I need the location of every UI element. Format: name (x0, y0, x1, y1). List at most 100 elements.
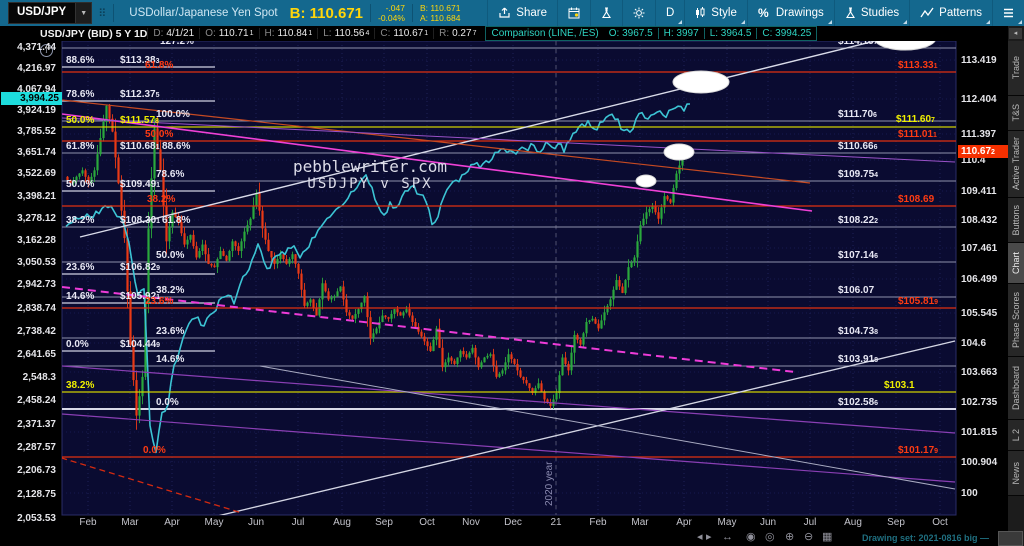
year-divider-label: 2020 year (544, 461, 555, 506)
toolbar-button-calendar-icon[interactable] (556, 0, 590, 26)
ohlc-field: O: 110.71 1 (199, 28, 258, 39)
toolbar-buttons: Share D Style% Drawings Studies Patterns (487, 0, 1024, 26)
toolbar-button-gear-icon[interactable] (621, 0, 655, 26)
toolbar-button-studies[interactable]: Studies (833, 0, 909, 26)
left-axis-tick: 2,206.73 (17, 465, 56, 476)
spx-last-price-badge: 3,994.25 (1, 92, 62, 105)
toolbar-button-patterns[interactable]: Patterns (909, 0, 992, 26)
tab-t-s[interactable]: T&S (1008, 96, 1024, 131)
usdjpy-last-price-sub: 2 (991, 149, 995, 156)
comparison-field: H: 3997 (657, 28, 704, 39)
time-axis-label: Jul (291, 517, 305, 528)
ohlc-field: D: 4/1/21 (147, 28, 199, 39)
fib-label: 0.0% (156, 397, 179, 408)
left-axis-tick: 4,216.97 (17, 63, 56, 74)
fib-label: $101.179 (898, 445, 939, 456)
divider (411, 4, 413, 22)
fib-label: 50.0% (156, 250, 185, 261)
fib-label: 38.2% (156, 285, 185, 296)
time-axis-label: Apr (676, 517, 692, 528)
fib-label: 61.8% (66, 141, 95, 152)
fib-label: $102.586 (838, 397, 879, 408)
left-axis-tick: 3,651.74 (17, 147, 56, 158)
tab-trade[interactable]: Trade (1008, 41, 1024, 96)
nav-next-icon[interactable]: ▸ (706, 531, 712, 544)
left-axis-tick: 2,548.3 (22, 372, 56, 383)
time-axis-label: May (204, 517, 224, 528)
left-axis-tick: 3,522.69 (17, 168, 56, 179)
time-axis-label: Dec (504, 517, 522, 528)
time-axis-label: Jul (803, 517, 817, 528)
toolbar-button-d-label: D (665, 7, 675, 19)
ohlc-fields: D: 4/1/21 O: 110.71 1 H: 110.84 1 L: 110.56 4 C: 110… (147, 28, 481, 39)
fib-label: $106.829 (120, 262, 161, 273)
fib-label: 50.0% (145, 129, 174, 140)
tab-l-2[interactable]: L 2 (1008, 420, 1024, 451)
fib-label: 38.2% (147, 194, 176, 205)
nav-full-icon[interactable]: ◉ (746, 531, 756, 544)
time-axis-label: Oct (419, 517, 435, 528)
comparison-field: L: 3964.5 (703, 28, 757, 39)
tab-buttons[interactable]: Buttons (1008, 198, 1024, 243)
time-axis-label: Jun (759, 517, 777, 528)
time-axis-label: Feb (79, 517, 97, 528)
left-axis-tick: 2,942.73 (17, 279, 56, 290)
toolbar-button-drawings[interactable]: % Drawings (746, 0, 834, 26)
tab-phase-scores[interactable]: Phase Scores (1008, 284, 1024, 357)
right-axis-tick: 113.419 (961, 55, 997, 66)
nav-prev-icon[interactable]: ◂ (697, 531, 703, 544)
fib-label: $109.491 (120, 179, 161, 190)
chevron-down-icon[interactable]: ▼ (75, 3, 92, 23)
right-axis-tick: 102.735 (961, 397, 998, 408)
calendar-icon (568, 7, 580, 19)
time-axis-label: Aug (844, 517, 862, 528)
bid-price: B: 110.671 (289, 4, 363, 22)
toolbar-button-share[interactable]: Share (487, 0, 557, 26)
fib-label: 14.6% (156, 354, 185, 365)
right-axis-tick: 106.499 (961, 274, 998, 285)
toolbar-button-list-icon[interactable] (992, 0, 1024, 26)
left-axis-tick: 3,785.52 (17, 126, 56, 137)
right-axis-tick: 112.404 (961, 94, 997, 105)
symbol-link-icon[interactable]: ⠿ (98, 7, 106, 20)
tab-news[interactable]: News (1008, 451, 1024, 496)
toolbar-button-style[interactable]: Style (684, 0, 747, 26)
symbol-dropdown[interactable]: USD/JPY ▼ (8, 2, 93, 24)
gear-icon (633, 7, 645, 19)
corner-widget[interactable] (998, 531, 1023, 546)
trading-platform-window: USD/JPY ▼ ⠿ USDollar/Japanese Yen Spot B… (0, 0, 1024, 546)
tab-active-trader[interactable]: Active Trader (1008, 131, 1024, 198)
fib-label: $110.666 (838, 141, 878, 152)
fib-label: 23.6% (66, 262, 95, 273)
fib-label: 61.8% (162, 215, 191, 226)
right-axis-tick: 103.663 (961, 367, 998, 378)
left-axis-tick: 3,050.53 (17, 257, 56, 268)
chart-header: USD/JPY (BID) 5 Y 1D D: 4/1/21 O: 110.71 1 H:… (0, 26, 1008, 41)
fib-label: $103.1 (884, 380, 915, 391)
fib-label: $109.754 (838, 169, 879, 180)
zoom-out-icon[interactable]: ⊖ (804, 531, 813, 544)
tab-chart[interactable]: Chart (1008, 243, 1024, 284)
nav-target-icon[interactable]: ◎ (765, 531, 775, 544)
sidebar-collapse-button[interactable]: ◂ (1009, 28, 1022, 39)
fib-label: 38.2% (66, 215, 95, 226)
fib-label: $110.681 (120, 141, 160, 152)
flask-icon (601, 7, 612, 19)
nav-grid-icon[interactable]: ▦ (822, 531, 832, 544)
fib-label: 61.8% (145, 60, 174, 71)
time-axis-label: Feb (589, 517, 607, 528)
right-axis-tick: 107.461 (961, 243, 998, 254)
time-axis-label: Oct (932, 517, 948, 528)
tab-dashboard[interactable]: Dashboard (1008, 357, 1024, 420)
symbol-description: USDollar/Japanese Yen Spot (129, 7, 278, 19)
nav-pan-icon[interactable]: ↔ (722, 531, 733, 544)
time-axis-label: 21 (550, 517, 562, 528)
change-percent: -0.04% (378, 13, 405, 23)
zoom-in-icon[interactable]: ⊕ (785, 531, 794, 544)
toolbar-button-d[interactable]: D (654, 0, 684, 26)
fib-label: $106.07 (838, 285, 875, 296)
fib-label: $103.918 (838, 354, 879, 365)
toolbar-button-flask-icon[interactable] (589, 0, 622, 26)
fib-label: 100.0% (156, 109, 190, 120)
time-axis-label: Mar (121, 517, 139, 528)
